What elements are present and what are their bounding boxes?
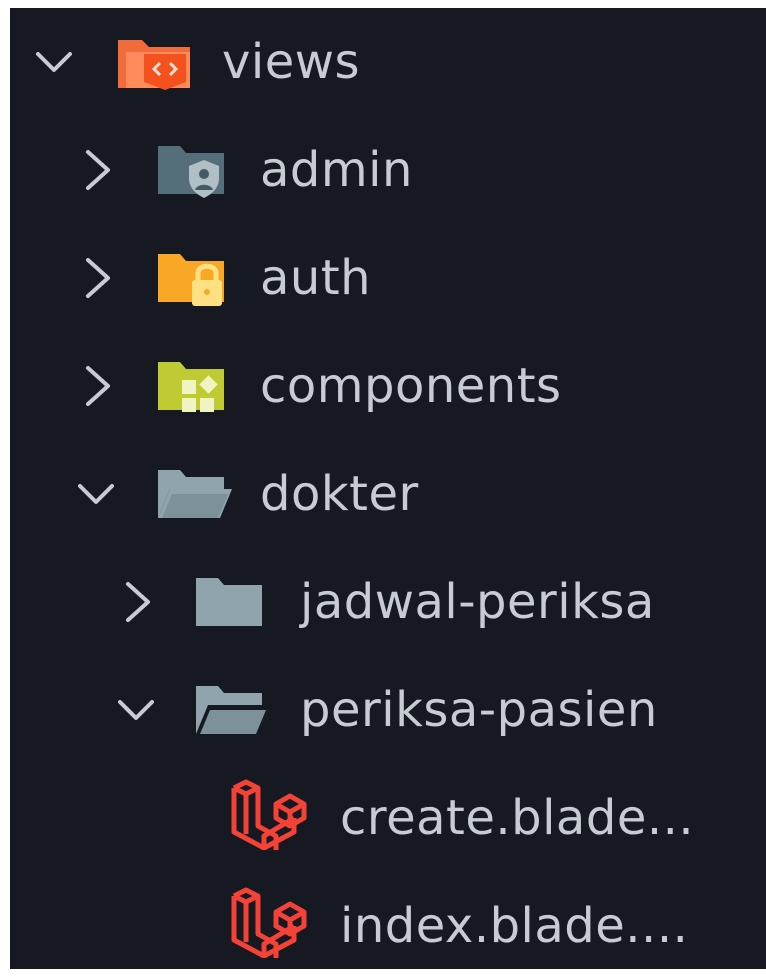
chevron-down-icon[interactable] <box>34 38 74 86</box>
chevron-right-icon[interactable] <box>78 146 118 194</box>
tree-item-auth[interactable]: auth <box>10 224 766 332</box>
tree-item-label: components <box>260 358 562 414</box>
folder-icon <box>196 578 262 626</box>
chevron-right-icon[interactable] <box>78 254 118 302</box>
tree-item-periksa-pasien[interactable]: periksa-pasien <box>10 656 766 764</box>
tree-item-label: dokter <box>260 466 419 522</box>
tree-item-admin[interactable]: admin <box>10 116 766 224</box>
tree-item-label: jadwal-periksa <box>300 574 655 630</box>
tree-item-label: index.blade.... <box>340 898 689 954</box>
laravel-icon <box>231 887 307 958</box>
folder-components-icon <box>158 362 224 412</box>
tree-item-label: admin <box>260 142 413 198</box>
tree-item-components[interactable]: components <box>10 332 766 440</box>
folder-auth-icon <box>158 254 224 306</box>
tree-item-dokter[interactable]: dokter <box>10 440 766 548</box>
folder-open-icon <box>158 470 232 518</box>
laravel-icon <box>231 779 307 850</box>
tree-item-label: auth <box>260 250 372 306</box>
chevron-down-icon[interactable] <box>116 686 156 734</box>
tree-item-views[interactable]: views <box>10 8 766 116</box>
folder-views-icon <box>118 40 190 90</box>
tree-item-create-blade[interactable]: create.blade... <box>10 764 766 872</box>
chevron-down-icon[interactable] <box>76 470 116 518</box>
folder-open-icon <box>196 686 266 734</box>
chevron-right-icon[interactable] <box>78 362 118 410</box>
file-explorer: views admin auth components dokter jadwa… <box>10 8 766 969</box>
folder-admin-icon <box>158 146 224 198</box>
chevron-right-icon[interactable] <box>118 578 158 626</box>
tree-item-index-blade[interactable]: index.blade.... <box>10 872 766 969</box>
tree-item-label: periksa-pasien <box>300 682 658 738</box>
tree-item-label: create.blade... <box>340 790 695 846</box>
tree-item-label: views <box>222 34 361 90</box>
tree-item-jadwal-periksa[interactable]: jadwal-periksa <box>10 548 766 656</box>
